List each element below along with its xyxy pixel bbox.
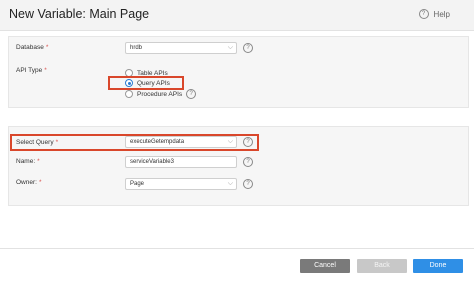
name-label: Name: * [16,158,40,165]
question-circle-icon[interactable]: ? [186,89,197,99]
database-value: hrdb [130,45,143,51]
radio-button[interactable] [125,90,133,98]
name-value: serviceVariable3 [130,159,174,165]
highlight-box-query-apis [108,76,184,90]
name-input[interactable]: serviceVariable3 [125,156,237,168]
footer-divider [0,248,474,249]
owner-label: Owner: * [16,179,42,186]
done-button[interactable]: Done [413,259,463,273]
chevron-down-icon: ⌵ [227,138,233,145]
question-circle-icon[interactable]: ? [243,157,253,167]
select-query-value: executeGetempdata [130,139,185,145]
database-panel [8,36,469,108]
database-select[interactable]: hrdb ⌵ [125,42,237,54]
question-circle-icon: ? [418,9,429,19]
question-circle-icon[interactable]: ? [243,137,253,147]
radio-label: Procedure APIs [137,90,183,98]
cancel-button[interactable]: Cancel [300,259,350,273]
select-query-label: Select Query * [16,139,59,146]
help-label: Help [433,9,450,19]
radio-procedure-apis[interactable]: Procedure APIs ? [125,89,197,99]
help-link[interactable]: ? Help [418,9,450,19]
select-query-dropdown[interactable]: executeGetempdata ⌵ [125,136,237,148]
back-button[interactable]: Back [357,259,407,273]
dialog-header: New Variable: Main Page ? Help [0,0,474,31]
question-circle-icon[interactable]: ? [243,179,253,189]
question-circle-icon[interactable]: ? [243,43,253,53]
chevron-down-icon: ⌵ [227,44,233,51]
api-type-label: API Type * [16,67,47,74]
database-label: Database * [16,44,49,51]
owner-value: Page [130,181,145,187]
dialog-title: New Variable: Main Page [9,7,150,21]
owner-select[interactable]: Page ⌵ [125,178,237,190]
chevron-down-icon: ⌵ [227,180,233,187]
